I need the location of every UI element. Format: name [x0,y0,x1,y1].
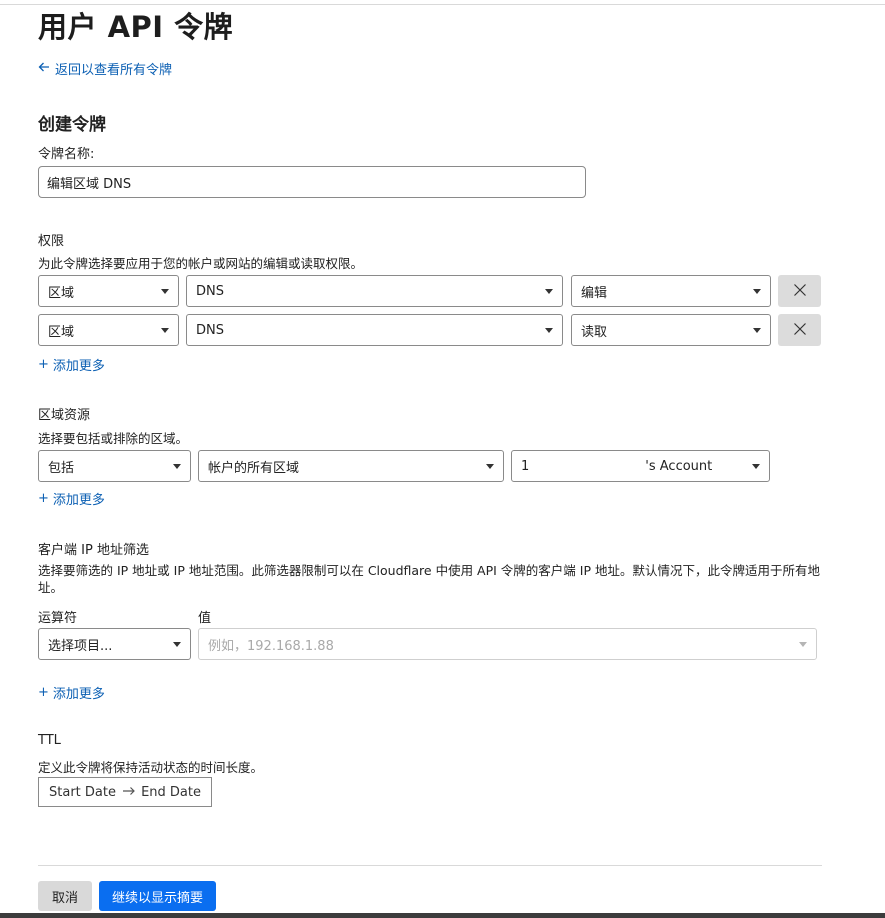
bottom-edge [0,913,885,918]
caret-down-icon [161,327,169,333]
select-value: 选择项目... [48,638,113,654]
caret-down-icon [161,288,169,294]
cancel-button[interactable]: 取消 [38,881,92,911]
add-more-label: 添加更多 [52,687,105,702]
add-more-label: 添加更多 [52,493,105,508]
permission-level-select-1[interactable]: 编辑 [571,275,771,307]
add-more-label: 添加更多 [52,359,105,374]
caret-down-icon [545,327,553,333]
back-link-label: 返回以查看所有令牌 [55,63,173,78]
ip-filter-description: 选择要筛选的 IP 地址或 IP 地址范围。此筛选器限制可以在 Cloudfla… [38,563,820,595]
account-select[interactable]: 1 's Account [511,450,770,482]
add-zone-resource-link[interactable]: + 添加更多 [38,489,105,508]
permissions-description: 为此令牌选择要应用于您的帐户或网站的编辑或读取权限。 [38,256,364,271]
caret-down-icon [753,327,761,333]
select-value: 读取 [581,324,608,340]
operator-label: 运算符 [38,611,78,626]
add-ip-filter-link[interactable]: + 添加更多 [38,683,105,702]
select-value: 编辑 [581,285,608,301]
remove-permission-button-1[interactable] [778,275,821,307]
caret-down-icon [486,463,494,469]
continue-to-summary-button[interactable]: 继续以显示摘要 [99,881,216,911]
account-prefix: 1 [521,458,530,474]
arrow-left-icon [38,61,50,76]
start-date-input[interactable]: Start Date [49,785,116,800]
plus-icon: + [38,685,49,700]
permissions-heading: 权限 [38,234,65,249]
ip-filter-heading: 客户端 IP 地址筛选 [38,543,149,558]
select-value: DNS [196,283,224,299]
close-icon [793,282,807,301]
operator-select[interactable]: 选择项目... [38,628,191,660]
select-value: 区域 [48,285,75,301]
permission-resource-select-1[interactable]: DNS [186,275,563,307]
plus-icon: + [38,491,49,506]
select-value: 帐户的所有区域 [208,460,300,476]
footer-divider [38,865,822,866]
zone-resources-description: 选择要包括或排除的区域。 [38,431,189,446]
select-value: 区域 [48,324,75,340]
ttl-description: 定义此令牌将保持活动状态的时间长度。 [38,760,264,775]
add-permission-link[interactable]: + 添加更多 [38,355,105,374]
ip-value-select[interactable]: 例如，192.168.1.88 [198,628,817,660]
token-name-label: 令牌名称: [38,147,95,162]
select-value: DNS [196,322,224,338]
caret-down-icon [753,288,761,294]
permission-scope-select-2[interactable]: 区域 [38,314,179,346]
back-to-tokens-link[interactable]: 返回以查看所有令牌 [38,59,172,78]
create-token-heading: 创建令牌 [38,115,106,135]
ttl-heading: TTL [38,733,61,748]
arrow-right-icon [122,785,136,800]
caret-down-icon [173,463,181,469]
caret-down-icon [173,641,181,647]
permission-scope-select-1[interactable]: 区域 [38,275,179,307]
account-suffix: 's Account [645,458,713,474]
caret-down-icon [545,288,553,294]
caret-down-icon [752,463,760,469]
permission-level-select-2[interactable]: 读取 [571,314,771,346]
select-value: 包括 [48,460,75,476]
value-label: 值 [198,611,212,626]
zone-include-select[interactable]: 包括 [38,450,191,482]
end-date-input[interactable]: End Date [141,785,201,800]
close-icon [793,321,807,340]
token-name-input[interactable]: 编辑区域 DNS [38,166,586,198]
select-value: 1 's Account [521,459,712,474]
page-title: 用户 API 令牌 [38,10,234,44]
remove-permission-button-2[interactable] [778,314,821,346]
select-placeholder: 例如，192.168.1.88 [208,638,334,654]
plus-icon: + [38,357,49,372]
ttl-date-range: Start Date End Date [38,777,212,807]
caret-down-icon [799,641,807,647]
permission-resource-select-2[interactable]: DNS [186,314,563,346]
zone-scope-select[interactable]: 帐户的所有区域 [198,450,504,482]
zone-resources-heading: 区域资源 [38,408,91,423]
